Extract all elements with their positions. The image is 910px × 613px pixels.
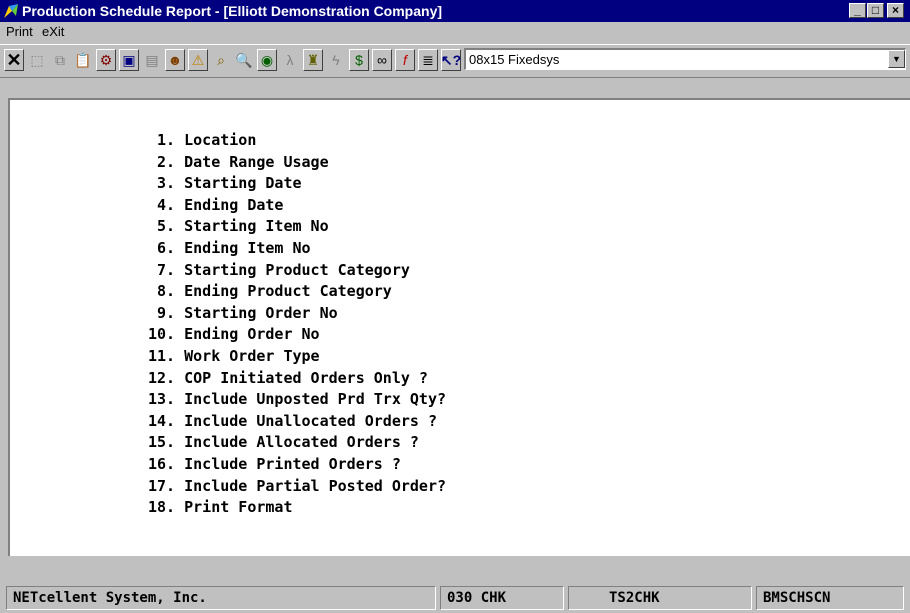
lambda-icon[interactable]: λ xyxy=(280,49,300,71)
separator-strip xyxy=(0,558,910,583)
paste-icon[interactable]: 📋 xyxy=(73,49,93,71)
title-bar: Production Schedule Report - [Elliott De… xyxy=(0,0,910,22)
minimize-button[interactable]: _ xyxy=(849,3,866,18)
parameter-item[interactable]: 6. Ending Item No xyxy=(148,238,446,260)
status-bar: NETcellent System, Inc. 030 CHK TS2CHK B… xyxy=(0,583,910,613)
menu-bar: Print eXit xyxy=(0,22,910,42)
parameter-item[interactable]: 15. Include Allocated Orders ? xyxy=(148,432,446,454)
parameter-item[interactable]: 12. COP Initiated Orders Only ? xyxy=(148,368,446,390)
status-code: 030 CHK xyxy=(440,586,564,610)
font-select-value: 08x15 Fixedsys xyxy=(469,52,560,67)
parameter-item[interactable]: 3. Starting Date xyxy=(148,173,446,195)
person-icon[interactable]: ♜ xyxy=(303,49,323,71)
parameter-item[interactable]: 2. Date Range Usage xyxy=(148,152,446,174)
parameter-item[interactable]: 8. Ending Product Category xyxy=(148,281,446,303)
status-user: TS2CHK xyxy=(568,586,752,610)
help-icon[interactable]: ↖? xyxy=(441,49,461,71)
copy-icon[interactable]: ⧉ xyxy=(50,49,70,71)
link-icon[interactable]: ∞ xyxy=(372,49,392,71)
select-icon[interactable]: ⬚ xyxy=(27,49,47,71)
menu-exit[interactable]: eXit xyxy=(42,22,64,42)
settings-icon[interactable]: ⚙ xyxy=(96,49,116,71)
user-icon[interactable]: ☻ xyxy=(165,49,185,71)
parameter-item[interactable]: 14. Include Unallocated Orders ? xyxy=(148,411,446,433)
dollar-icon[interactable]: $ xyxy=(349,49,369,71)
window-title: Production Schedule Report - [Elliott De… xyxy=(22,3,443,19)
parameter-item[interactable]: 17. Include Partial Posted Order? xyxy=(148,476,446,498)
globe-icon[interactable]: ◉ xyxy=(257,49,277,71)
properties-icon[interactable]: ▣ xyxy=(119,49,139,71)
font-select[interactable]: 08x15 Fixedsys ▼ xyxy=(464,48,906,70)
parameter-item[interactable]: 18. Print Format xyxy=(148,497,446,519)
parameter-item[interactable]: 7. Starting Product Category xyxy=(148,260,446,282)
parameter-item[interactable]: 16. Include Printed Orders ? xyxy=(148,454,446,476)
parameter-list: 1. Location 2. Date Range Usage 3. Start… xyxy=(148,130,446,519)
parameter-item[interactable]: 10. Ending Order No xyxy=(148,324,446,346)
menu-print[interactable]: Print xyxy=(6,22,33,42)
app-icon xyxy=(4,4,18,18)
status-company: NETcellent System, Inc. xyxy=(6,586,436,610)
parameter-item[interactable]: 5. Starting Item No xyxy=(148,216,446,238)
chevron-down-icon[interactable]: ▼ xyxy=(888,50,905,68)
alert-icon[interactable]: ⚠ xyxy=(188,49,208,71)
lightning-icon[interactable]: ϟ xyxy=(326,49,346,71)
close-x-icon[interactable]: ✕ xyxy=(4,49,24,71)
note-icon[interactable]: ▤ xyxy=(142,49,162,71)
search-icon[interactable]: ⌕ xyxy=(211,49,231,71)
list-icon[interactable]: ≣ xyxy=(418,49,438,71)
maximize-button[interactable]: □ xyxy=(867,3,884,18)
report-parameter-area: 1. Location 2. Date Range Usage 3. Start… xyxy=(8,98,910,556)
status-program: BMSCHSCN xyxy=(756,586,904,610)
parameter-item[interactable]: 1. Location xyxy=(148,130,446,152)
parameter-item[interactable]: 9. Starting Order No xyxy=(148,303,446,325)
parameter-item[interactable]: 4. Ending Date xyxy=(148,195,446,217)
parameter-item[interactable]: 11. Work Order Type xyxy=(148,346,446,368)
app-window: Production Schedule Report - [Elliott De… xyxy=(0,0,910,613)
close-button[interactable]: × xyxy=(887,3,904,18)
zoom-icon[interactable]: 🔍 xyxy=(234,49,254,71)
function-icon[interactable]: f xyxy=(395,49,415,71)
parameter-item[interactable]: 13. Include Unposted Prd Trx Qty? xyxy=(148,389,446,411)
